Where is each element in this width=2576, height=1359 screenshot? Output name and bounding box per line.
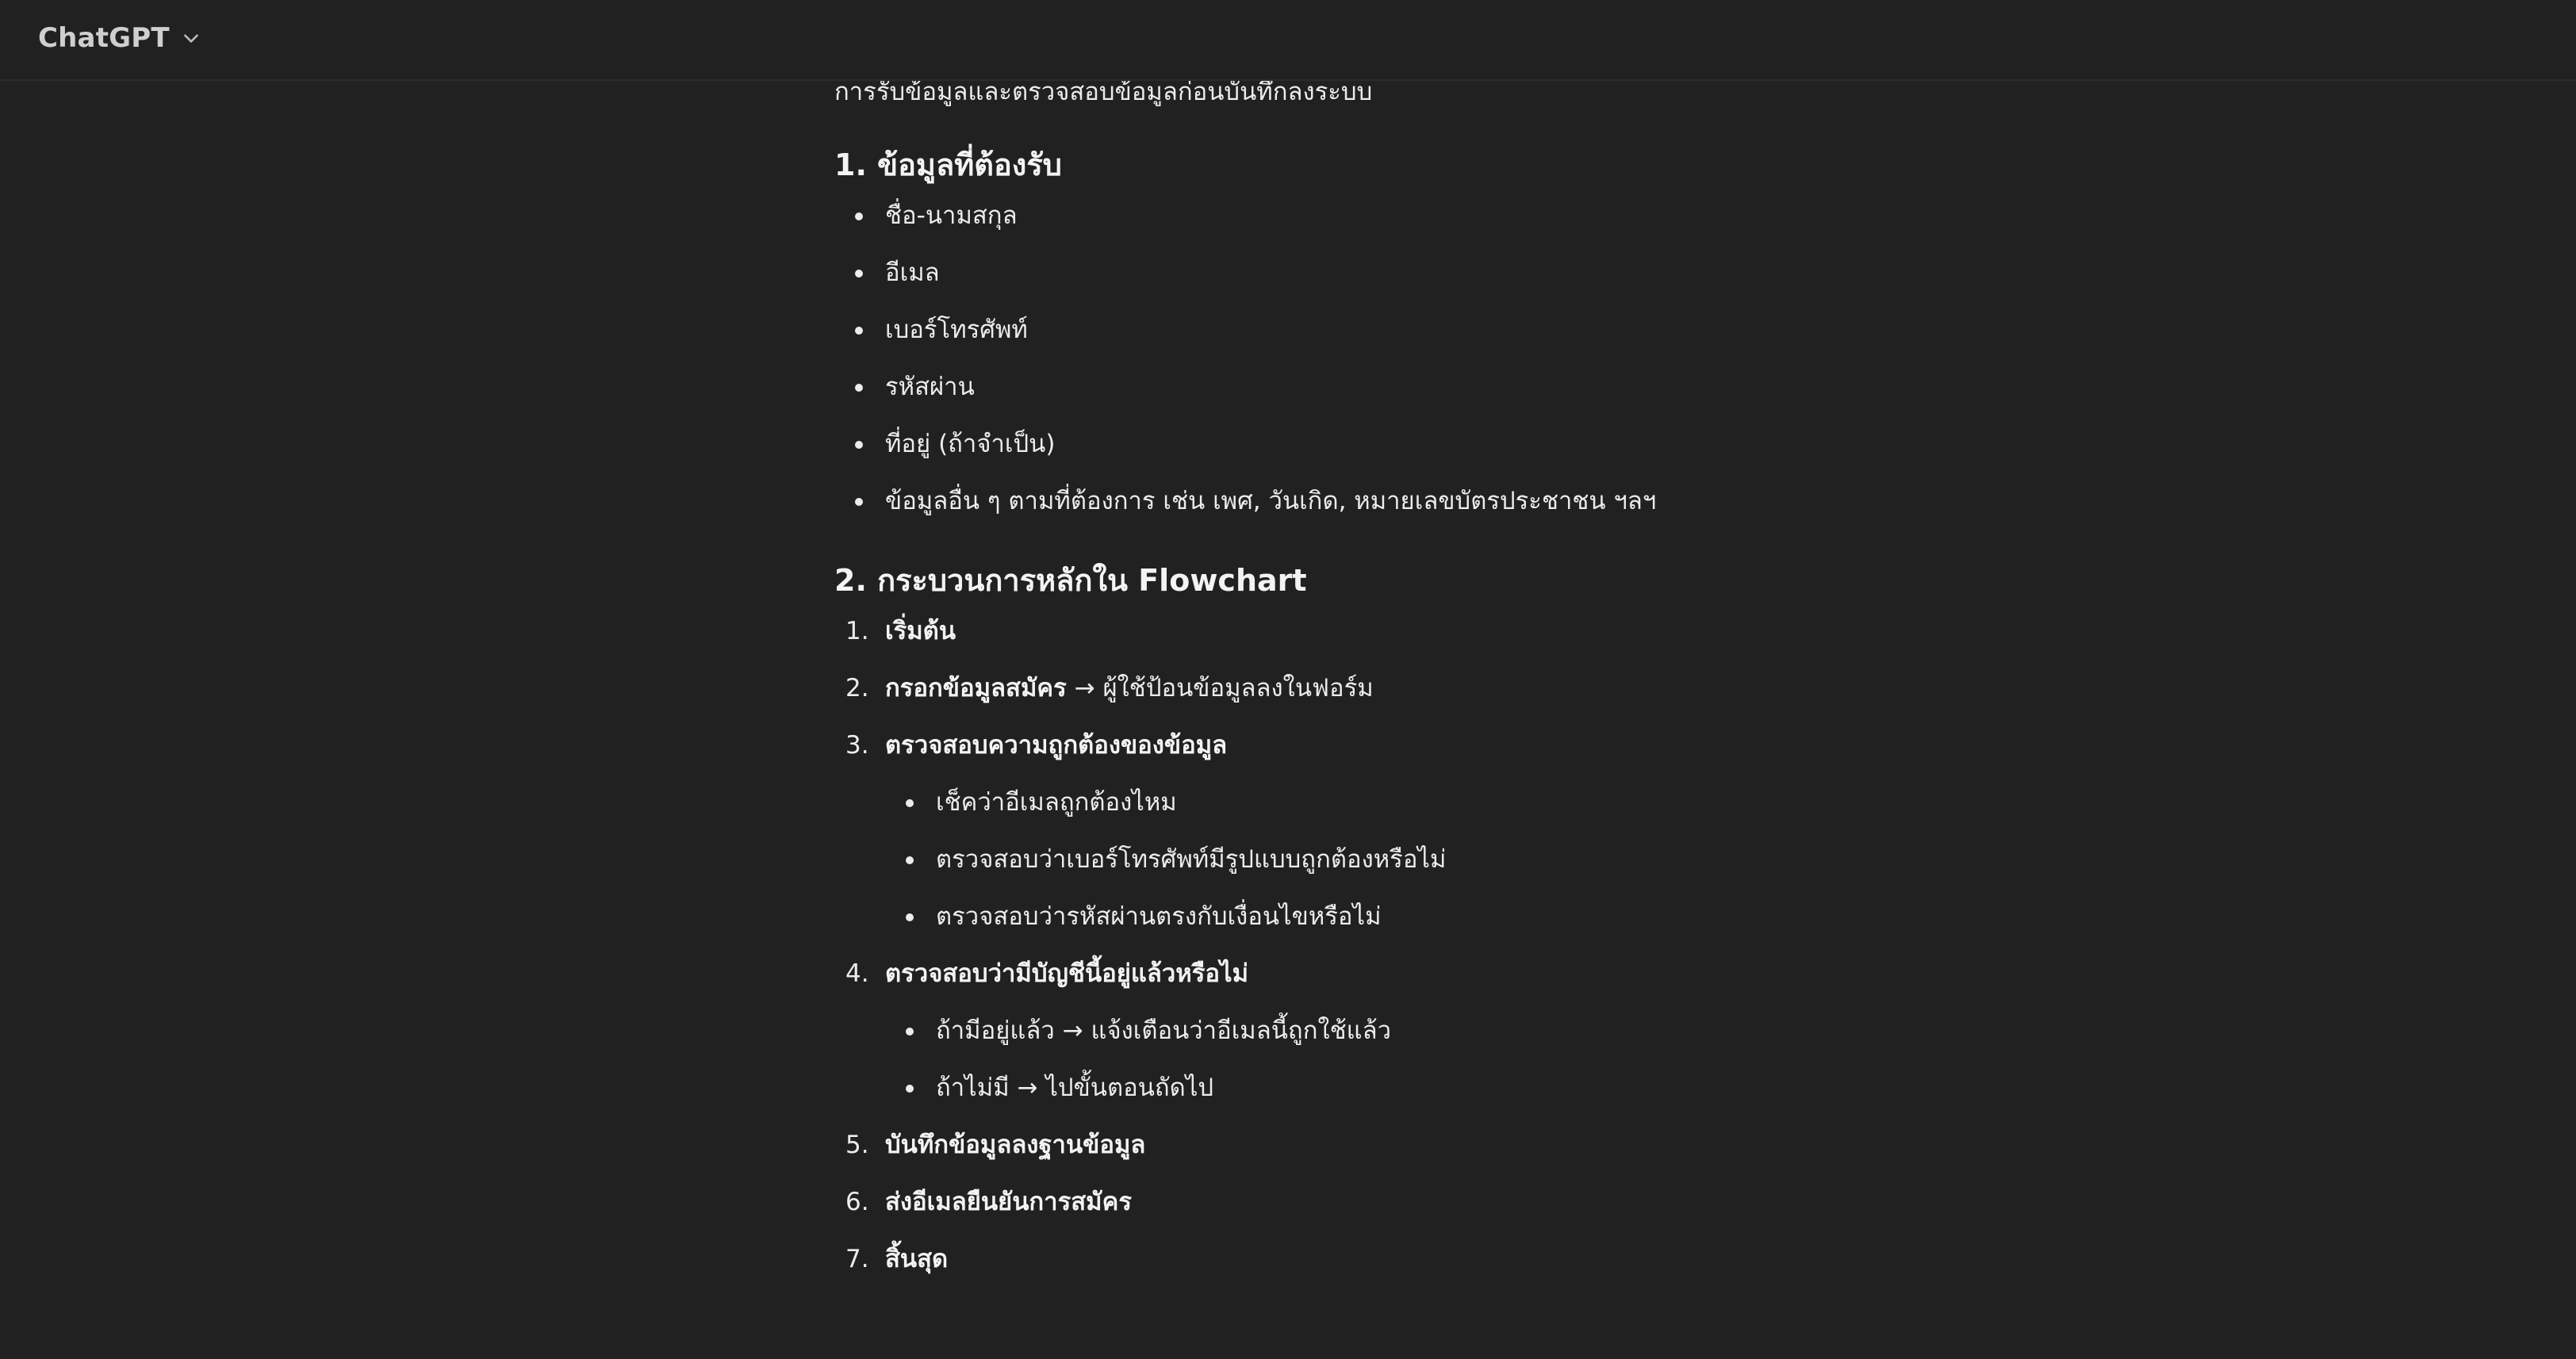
list-item: อีเมล [834, 244, 1746, 301]
step-number: 4. [845, 959, 869, 988]
step-number: 7. [845, 1245, 869, 1273]
bullet-dot [906, 799, 914, 807]
step-detail: → ผู้ใช้ป้อนข้อมูลลงในฟอร์ม [1066, 674, 1374, 702]
list-item: ชื่อ-นามสกุล [834, 187, 1746, 244]
list-item: เบอร์โทรศัพท์ [834, 301, 1746, 358]
assistant-message: การรับข้อมูลและตรวจสอบข้อมูลก่อนบันทึกลง… [834, 71, 1746, 1288]
list-item: รหัสผ่าน [834, 358, 1746, 415]
step-number: 1. [845, 617, 869, 645]
bullet-dot [855, 384, 863, 392]
list-item: ที่อยู่ (ถ้าจำเป็น) [834, 415, 1746, 473]
step-item: 1. เริ่มต้น [834, 603, 1746, 660]
step-title: เริ่มต้น [885, 617, 956, 645]
step-title: ตรวจสอบว่ามีบัญชีนี้อยู่แล้วหรือไม่ [885, 959, 1249, 988]
sub-list: ถ้ามีอยู่แล้ว → แจ้งเตือนว่าอีเมลนี้ถูกใ… [885, 1002, 1746, 1116]
step-item: 7. สิ้นสุด [834, 1231, 1746, 1288]
flowchart-steps-list: 1. เริ่มต้น 2. กรอกข้อมูลสมัคร → ผู้ใช้ป้อ… [834, 603, 1746, 1288]
model-selector-button[interactable]: ChatGPT [38, 17, 201, 59]
step-title: บันทึกข้อมูลลงฐานข้อมูล [885, 1131, 1146, 1159]
sub-list-item: ถ้ามีอยู่แล้ว → แจ้งเตือนว่าอีเมลนี้ถูกใ… [885, 1002, 1746, 1059]
bullet-dot [855, 212, 863, 220]
bullet-dot [906, 1085, 914, 1093]
sub-list-item: เช็คว่าอีเมลถูกต้องไหม [885, 774, 1746, 831]
bullet-dot [855, 498, 863, 506]
bullet-dot [906, 913, 914, 921]
step-title: ตรวจสอบความถูกต้องของข้อมูล [885, 731, 1228, 760]
sub-list-item: ถ้าไม่มี → ไปขั้นตอนถัดไป [885, 1059, 1746, 1116]
step-title: กรอกข้อมูลสมัคร [885, 674, 1067, 702]
list-item: ข้อมูลอื่น ๆ ตามที่ต้องการ เช่น เพศ, วัน… [834, 473, 1746, 530]
step-item: 6. ส่งอีเมลยืนยันการสมัคร [834, 1173, 1746, 1231]
step-item: 5. บันทึกข้อมูลลงฐานข้อมูล [834, 1116, 1746, 1173]
top-bar: ChatGPT [0, 0, 2576, 81]
bullet-dot [855, 327, 863, 335]
sub-list: เช็คว่าอีเมลถูกต้องไหม ตรวจสอบว่าเบอร์โท… [885, 774, 1746, 945]
step-number: 6. [845, 1188, 869, 1216]
step-number: 3. [845, 731, 869, 760]
model-name: ChatGPT [38, 22, 170, 54]
step-item: 2. กรอกข้อมูลสมัคร → ผู้ใช้ป้อนข้อมูลลงใน… [834, 660, 1746, 717]
step-item: 4. ตรวจสอบว่ามีบัญชีนี้อยู่แล้วหรือไม่ ถ้… [834, 945, 1746, 1116]
bullet-dot [855, 441, 863, 449]
bullet-dot [906, 1028, 914, 1036]
step-title: สิ้นสุด [885, 1245, 949, 1273]
section-heading-required-data: 1. ข้อมูลที่ต้องรับ [834, 147, 1062, 182]
required-data-list: ชื่อ-นามสกุล อีเมล เบอร์โทรศัพท์ รหัสผ่า… [834, 187, 1746, 530]
step-number: 2. [845, 674, 869, 702]
step-number: 5. [845, 1131, 869, 1159]
sub-list-item: ตรวจสอบว่ารหัสผ่านตรงกับเงื่อนไขหรือไม่ [885, 888, 1746, 945]
step-item: 3. ตรวจสอบความถูกต้องของข้อมูล เช็คว่าอีเ… [834, 717, 1746, 945]
sub-list-item: ตรวจสอบว่าเบอร์โทรศัพท์มีรูปแบบถูกต้องหร… [885, 831, 1746, 888]
bullet-dot [855, 270, 863, 278]
section-heading-flowchart: 2. กระบวนการหลักใน Flowchart [834, 563, 1307, 598]
step-title: ส่งอีเมลยืนยันการสมัคร [885, 1188, 1132, 1216]
chevron-down-icon [183, 34, 198, 43]
bullet-dot [906, 856, 914, 864]
